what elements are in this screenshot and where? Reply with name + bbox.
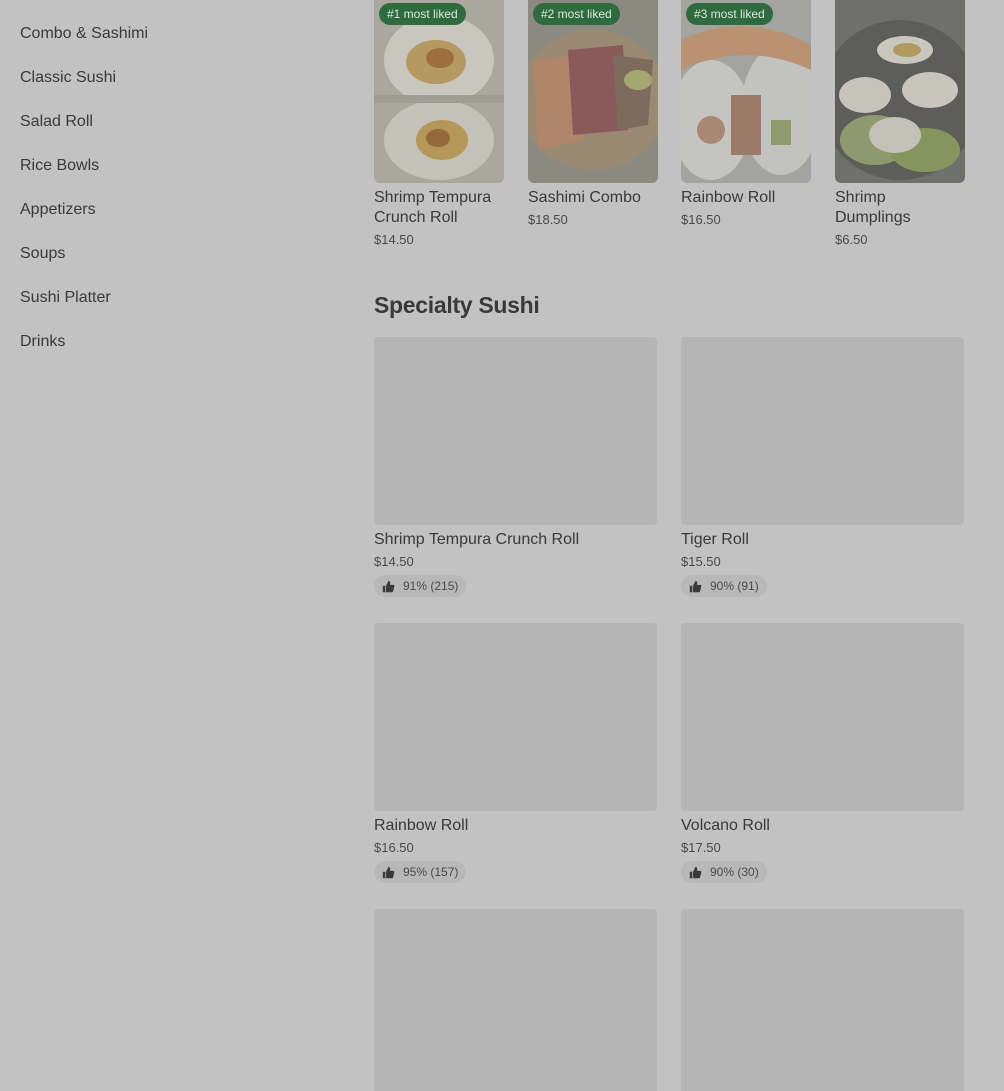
- menu-item-card[interactable]: [681, 909, 964, 1091]
- rating-text: 90% (30): [710, 865, 759, 879]
- menu-item-image-placeholder: [681, 909, 964, 1091]
- sidebar-item-sushi-platter[interactable]: Sushi Platter: [20, 288, 111, 308]
- menu-item-name: Shrimp Tempura Crunch Roll: [374, 531, 580, 548]
- menu-item-name: Tiger Roll: [681, 531, 749, 548]
- thumbs-up-icon: [689, 580, 702, 592]
- menu-item-price: $16.50: [374, 840, 414, 855]
- rating-badge: 90% (91): [681, 575, 767, 597]
- popular-item-price: $18.50: [528, 212, 568, 227]
- most-liked-badge: #3 most liked: [686, 3, 773, 25]
- popular-item-name: Shrimp Tempura Crunch Roll: [374, 189, 492, 226]
- popular-item-card[interactable]: #1 most liked Shrimp Tempura Crunch Roll…: [374, 0, 504, 248]
- rating-badge: 95% (157): [374, 861, 467, 883]
- rainbow-roll-image: #3 most liked: [681, 0, 811, 183]
- menu-item-image-placeholder: [374, 909, 657, 1091]
- menu-item-card[interactable]: Volcano Roll $17.50 90% (30): [681, 623, 964, 884]
- popular-item-card[interactable]: Shrimp Dumplings $6.50: [835, 0, 965, 248]
- sidebar-item-combo-sashimi[interactable]: Combo & Sashimi: [20, 24, 148, 44]
- sidebar-item-classic-sushi[interactable]: Classic Sushi: [20, 68, 116, 88]
- menu-item-card[interactable]: Rainbow Roll $16.50 95% (157): [374, 623, 657, 884]
- menu-item-name: Volcano Roll: [681, 817, 770, 834]
- sidebar-item-appetizers[interactable]: Appetizers: [20, 200, 96, 220]
- popular-item-price: $6.50: [835, 232, 868, 247]
- popular-item-price: $16.50: [681, 212, 721, 227]
- thumbs-up-icon: [689, 866, 702, 878]
- thumbs-up-icon: [382, 866, 395, 878]
- section-title-specialty-sushi: Specialty Sushi: [374, 292, 540, 318]
- popular-item-name: Rainbow Roll: [681, 189, 776, 206]
- popular-item-price: $14.50: [374, 232, 414, 247]
- rating-text: 90% (91): [710, 579, 759, 593]
- menu-item-image-placeholder: [374, 337, 657, 525]
- menu-item-image-placeholder: [374, 623, 657, 811]
- most-liked-badge: #1 most liked: [379, 3, 466, 25]
- popular-item-card[interactable]: #2 most liked Sashimi Combo $18.50: [528, 0, 658, 228]
- sidebar-item-soups[interactable]: Soups: [20, 244, 65, 264]
- menu-item-price: $14.50: [374, 554, 414, 569]
- menu-item-image-placeholder: [681, 623, 964, 811]
- menu-item-price: $15.50: [681, 554, 721, 569]
- menu-item-name: Rainbow Roll: [374, 817, 469, 834]
- most-liked-badge: #2 most liked: [533, 3, 620, 25]
- rating-text: 95% (157): [403, 865, 459, 879]
- sidebar-item-rice-bowls[interactable]: Rice Bowls: [20, 156, 99, 176]
- sidebar-item-salad-roll[interactable]: Salad Roll: [20, 112, 93, 132]
- rating-text: 91% (215): [403, 579, 459, 593]
- menu-item-card[interactable]: Shrimp Tempura Crunch Roll $14.50 91% (2…: [374, 337, 657, 598]
- popular-item-name: Sashimi Combo: [528, 189, 641, 206]
- menu-item-card[interactable]: [374, 909, 657, 1091]
- thumbs-up-icon: [382, 580, 395, 592]
- menu-item-image-placeholder: [681, 337, 964, 525]
- shrimp-dumplings-image: [835, 0, 965, 183]
- shrimp-tempura-roll-image: #1 most liked: [374, 0, 504, 183]
- rating-badge: 91% (215): [374, 575, 467, 597]
- menu-item-card[interactable]: Tiger Roll $15.50 90% (91): [681, 337, 964, 598]
- rating-badge: 90% (30): [681, 861, 767, 883]
- sidebar-item-drinks[interactable]: Drinks: [20, 332, 65, 352]
- popular-item-card[interactable]: #3 most liked Rainbow Roll $16.50: [681, 0, 811, 228]
- menu-item-price: $17.50: [681, 840, 721, 855]
- popular-item-name: Shrimp Dumplings: [835, 189, 911, 226]
- sashimi-combo-image: #2 most liked: [528, 0, 658, 183]
